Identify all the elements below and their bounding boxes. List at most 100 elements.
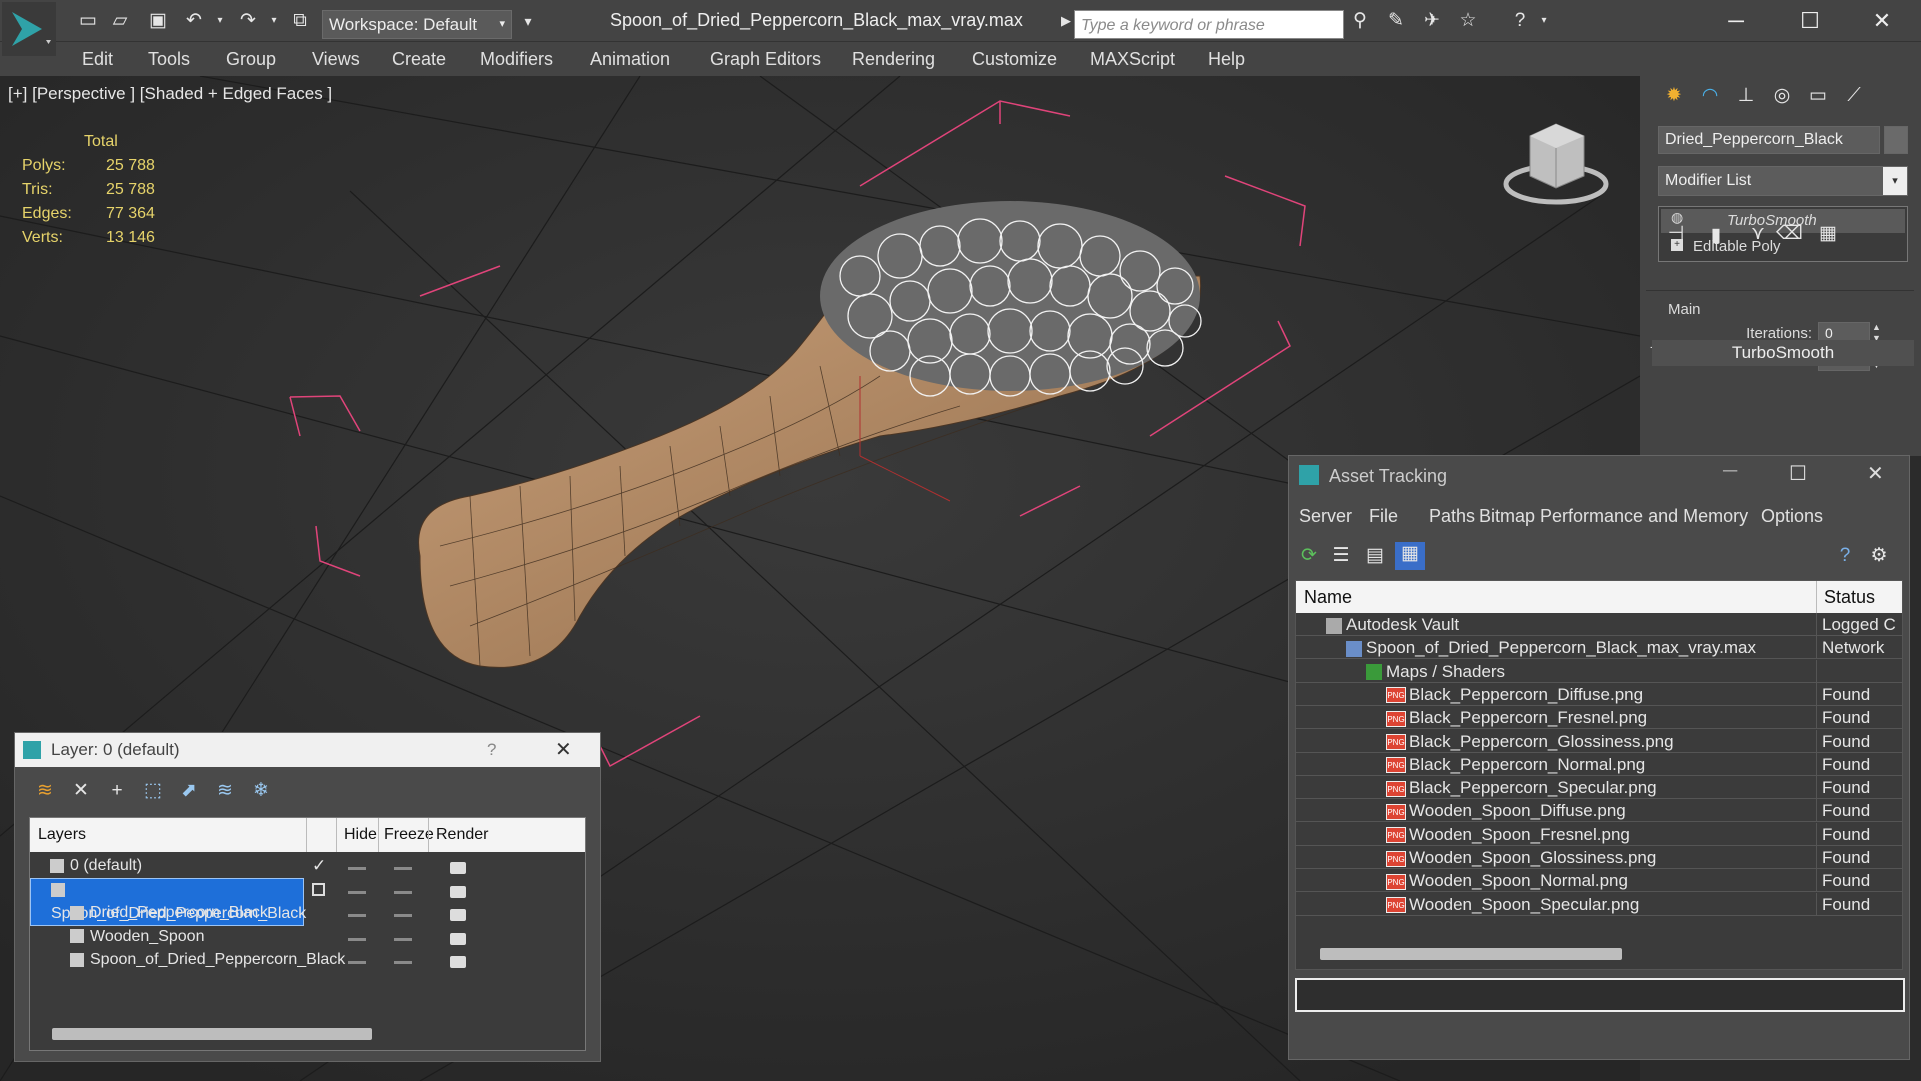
new-file-icon[interactable]: ▭	[76, 9, 100, 33]
close-button[interactable]: ✕	[555, 737, 572, 762]
column-freeze[interactable]: Freeze	[384, 826, 434, 844]
favorites-star-icon[interactable]: ☆	[1456, 9, 1480, 33]
save-icon[interactable]: ▣	[146, 9, 170, 33]
minimize-button[interactable]: ─	[1723, 460, 1737, 483]
asset-path-field[interactable]	[1295, 978, 1905, 1012]
menu-tools[interactable]: Tools	[148, 49, 190, 70]
asset-row[interactable]: PNG Black_Peppercorn_Glossiness.png Found	[1296, 729, 1902, 753]
show-end-result-icon[interactable]: ▮	[1704, 224, 1728, 248]
freeze-toggle[interactable]	[394, 914, 412, 917]
freeze-toggle[interactable]	[394, 961, 412, 964]
column-layers[interactable]: Layers	[38, 826, 86, 844]
freeze-all-layers-icon[interactable]: ❄	[249, 779, 273, 803]
delete-layer-icon[interactable]: ✕	[69, 779, 93, 803]
asset-row[interactable]: PNG Wooden_Spoon_Specular.png Found	[1296, 892, 1902, 916]
layer-row[interactable]: Wooden_Spoon	[30, 925, 585, 948]
asset-row[interactable]: Autodesk Vault Logged C	[1296, 613, 1902, 636]
make-unique-icon[interactable]: ⋎	[1746, 222, 1770, 246]
scrollbar-thumb[interactable]	[1320, 948, 1622, 960]
undo-icon[interactable]: ↶	[182, 9, 206, 33]
render-teapot-icon[interactable]	[450, 932, 466, 945]
menu-customize[interactable]: Customize	[972, 49, 1057, 70]
modifier-list-dropdown[interactable]: Modifier List ▾	[1658, 166, 1908, 196]
render-teapot-icon[interactable]	[450, 885, 466, 898]
workspace-menu-icon[interactable]: ▾	[516, 9, 540, 33]
scrollbar-thumb[interactable]	[52, 1028, 372, 1040]
freeze-toggle[interactable]	[394, 867, 412, 870]
tools-icon[interactable]: ✎	[1384, 9, 1408, 33]
maximize-button[interactable]: ☐	[1790, 6, 1830, 36]
current-layer-check-icon[interactable]: ✓	[312, 854, 326, 877]
select-objects-icon[interactable]: ⬚	[141, 779, 165, 803]
menu-graph-editors[interactable]: Graph Editors	[710, 49, 821, 70]
layer-row[interactable]: Spoon_of_Dried_Peppercorn_Black	[30, 948, 585, 971]
open-file-icon[interactable]: ▱	[108, 9, 132, 33]
hide-toggle[interactable]	[348, 961, 366, 964]
hide-toggle[interactable]	[348, 914, 366, 917]
asset-row[interactable]: PNG Black_Peppercorn_Diffuse.png Found	[1296, 682, 1902, 706]
menu-help[interactable]: Help	[1208, 49, 1245, 70]
layer-window-titlebar[interactable]: Layer: 0 (default) ? ✕	[15, 733, 600, 767]
column-render[interactable]: Render	[436, 826, 488, 844]
asset-row[interactable]: Spoon_of_Dried_Peppercorn_Black_max_vray…	[1296, 636, 1902, 660]
hide-toggle[interactable]	[348, 937, 366, 941]
binoculars-icon[interactable]: ⚲	[1348, 9, 1372, 33]
menu-file[interactable]: File	[1369, 506, 1398, 527]
project-folder-icon[interactable]: ⧉	[288, 9, 312, 33]
layer-row[interactable]: Spoon_of_Dried_Peppercorn_Black	[30, 877, 585, 926]
minimize-button[interactable]: ─	[1716, 6, 1756, 36]
asset-row[interactable]: PNG Wooden_Spoon_Normal.png Found	[1296, 869, 1902, 893]
set-current-layer-icon[interactable]	[312, 882, 325, 896]
thumbnail-view-icon[interactable]: ▤	[1363, 544, 1387, 568]
workspace-dropdown[interactable]: Workspace: Default ▾	[322, 10, 512, 39]
close-button[interactable]: ✕	[1867, 461, 1884, 486]
pin-stack-icon[interactable]: ⊣	[1664, 222, 1688, 246]
configure-modifier-sets-icon[interactable]: ▦	[1816, 222, 1840, 246]
hide-toggle[interactable]	[348, 867, 366, 870]
column-hide[interactable]: Hide	[344, 826, 377, 844]
menu-modifiers[interactable]: Modifiers	[480, 49, 553, 70]
menu-maxscript[interactable]: MAXScript	[1090, 49, 1175, 70]
layer-row[interactable]: 0 (default) ✓	[30, 854, 585, 877]
asset-row[interactable]: PNG Wooden_Spoon_Glossiness.png Found	[1296, 846, 1902, 869]
freeze-toggle[interactable]	[394, 890, 412, 894]
remove-modifier-icon[interactable]: ⌫	[1776, 222, 1803, 246]
motion-tab-icon[interactable]: ◎	[1770, 84, 1794, 108]
redo-icon[interactable]: ↷	[236, 9, 260, 33]
modify-tab-icon[interactable]: ◠	[1698, 84, 1722, 108]
hide-all-layers-icon[interactable]: ≋	[213, 779, 237, 803]
list-view-icon[interactable]: ☰	[1329, 544, 1353, 568]
menu-create[interactable]: Create	[392, 49, 446, 70]
asset-row[interactable]: PNG Black_Peppercorn_Specular.png Found	[1296, 776, 1902, 800]
menu-paths[interactable]: Paths	[1429, 506, 1475, 527]
menu-views[interactable]: Views	[312, 49, 360, 70]
freeze-toggle[interactable]	[394, 937, 412, 941]
turbosmooth-rollout-header[interactable]: TurboSmooth	[1652, 340, 1914, 366]
layer-row[interactable]: Dried_Peppercorn_Black	[30, 901, 585, 924]
help-icon[interactable]: ?	[1508, 9, 1532, 33]
hierarchy-tab-icon[interactable]: ⊥	[1734, 84, 1758, 108]
create-tab-icon[interactable]: ✹	[1662, 84, 1686, 108]
menu-bitmap-performance[interactable]: Bitmap Performance and Memory	[1479, 506, 1748, 527]
hide-toggle[interactable]	[348, 890, 366, 894]
utilities-tab-icon[interactable]: ⟋	[1842, 84, 1866, 108]
help-button[interactable]: ?	[487, 740, 496, 760]
menu-edit[interactable]: Edit	[82, 49, 113, 70]
viewport-label[interactable]: [+] [Perspective ] [Shaded + Edged Faces…	[8, 84, 332, 104]
maximize-button[interactable]: ☐	[1789, 461, 1807, 486]
refresh-icon[interactable]: ⟳	[1297, 544, 1321, 568]
menu-options[interactable]: Options	[1761, 506, 1823, 527]
asset-row[interactable]: PNG Wooden_Spoon_Fresnel.png Found	[1296, 822, 1902, 846]
close-button[interactable]: ✕	[1862, 6, 1902, 36]
tips-icon[interactable]: ⚙	[1867, 544, 1891, 568]
menu-animation[interactable]: Animation	[590, 49, 670, 70]
search-input[interactable]: Type a keyword or phrase	[1074, 10, 1344, 39]
horizontal-scrollbar[interactable]	[1296, 943, 1902, 965]
asset-row[interactable]: Maps / Shaders	[1296, 659, 1902, 683]
horizontal-scrollbar[interactable]	[30, 1022, 585, 1046]
asset-row[interactable]: PNG Black_Peppercorn_Fresnel.png Found	[1296, 706, 1902, 730]
app-logo-icon[interactable]	[2, 2, 56, 56]
highlight-layer-icon[interactable]: ⬈	[177, 779, 201, 803]
help-icon[interactable]: ?	[1833, 544, 1857, 568]
render-teapot-icon[interactable]	[450, 862, 466, 874]
